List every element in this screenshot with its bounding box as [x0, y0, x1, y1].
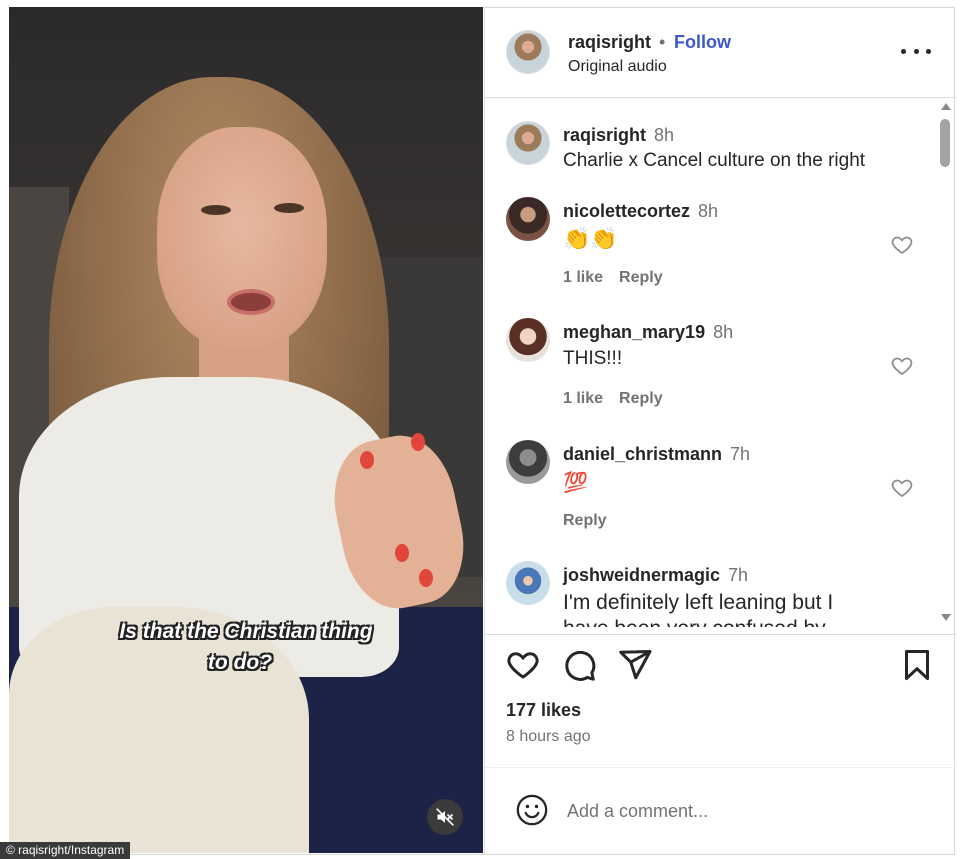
commenter-avatar[interactable] — [506, 440, 550, 484]
divider — [485, 634, 956, 635]
comment-time: 8h — [698, 201, 719, 221]
post-side-panel: raqisright • Follow Original audio raqis… — [484, 7, 956, 855]
image-credit: © raqisright/Instagram — [0, 842, 131, 859]
comment-text-continued: have been very confused by — [563, 617, 826, 627]
person-nail — [411, 433, 425, 451]
author-avatar[interactable] — [506, 30, 550, 74]
comment-text: 💯 — [563, 470, 588, 494]
heart-icon[interactable] — [889, 233, 915, 257]
person-eye-left — [201, 205, 231, 215]
paper-plane-icon[interactable] — [617, 647, 653, 683]
person-mouth — [227, 289, 275, 315]
heart-icon[interactable] — [505, 647, 541, 683]
commenter-avatar[interactable] — [506, 561, 550, 605]
more-horizontal-icon — [901, 48, 906, 54]
bookmark-icon[interactable] — [899, 647, 935, 683]
video-player[interactable]: Is that the Christian thing to do? — [9, 7, 483, 853]
post-header: raqisright • Follow Original audio — [485, 7, 956, 98]
comment-like-count[interactable]: 1 like — [563, 390, 603, 407]
commenter-avatar[interactable] — [506, 121, 550, 165]
person-nail — [360, 451, 374, 469]
comments-list[interactable]: raqisright 8h Charlie x Cancel culture on… — [485, 99, 956, 627]
heart-icon[interactable] — [889, 476, 915, 500]
commenter-avatar[interactable] — [506, 197, 550, 241]
scroll-down-arrow-icon[interactable] — [941, 614, 951, 621]
person-nail — [395, 544, 409, 562]
list-item: meghan_mary19 8h THIS!!! 1 like Reply — [485, 318, 937, 428]
smiley-icon[interactable] — [515, 793, 549, 827]
person-nail — [419, 569, 433, 587]
commenter-username[interactable]: meghan_mary19 — [563, 322, 705, 342]
commenter-avatar[interactable] — [506, 318, 550, 362]
comment-text: I'm definitely left leaning but I — [563, 591, 834, 614]
comment-time: 7h — [730, 444, 751, 464]
commenter-username[interactable]: nicolettecortez — [563, 201, 690, 221]
post-actions — [485, 647, 956, 687]
video-caption-line2: to do? — [207, 651, 273, 674]
comment-text: Charlie x Cancel culture on the right — [563, 150, 866, 171]
author-username[interactable]: raqisright — [568, 32, 651, 53]
commenter-username[interactable]: raqisright — [563, 125, 646, 145]
reply-button[interactable]: Reply — [619, 390, 663, 407]
list-item: nicolettecortez 8h 👏👏 1 like Reply — [485, 197, 937, 307]
speaker-muted-icon — [436, 808, 454, 826]
follow-button[interactable]: Follow — [674, 32, 731, 53]
list-item: raqisright 8h Charlie x Cancel culture on… — [485, 113, 937, 173]
mute-button[interactable] — [427, 799, 463, 835]
video-caption-line1: Is that the Christian thing — [119, 620, 373, 643]
divider — [485, 767, 956, 768]
more-options-button[interactable] — [901, 39, 931, 63]
likes-count[interactable]: 177 likes — [506, 700, 581, 721]
heart-icon[interactable] — [889, 354, 915, 378]
comment-text: 👏👏 — [563, 227, 618, 252]
post-timestamp[interactable]: 8 hours ago — [506, 728, 591, 746]
comment-time: 7h — [728, 565, 749, 585]
comment-time: 8h — [654, 125, 675, 145]
comment-text: THIS!!! — [563, 348, 623, 369]
reply-button[interactable]: Reply — [619, 269, 663, 286]
reply-button[interactable]: Reply — [563, 512, 607, 529]
comment-bubble-icon[interactable] — [561, 647, 597, 683]
list-item: daniel_christmann 7h 💯 Reply — [485, 440, 937, 550]
comment-input[interactable] — [567, 796, 927, 826]
commenter-username[interactable]: joshweidnermagic — [563, 565, 720, 585]
person-eye-right — [274, 203, 304, 213]
add-comment-row — [485, 777, 956, 847]
scroll-thumb[interactable] — [940, 119, 950, 167]
commenter-username[interactable]: daniel_christmann — [563, 444, 722, 464]
list-item: joshweidnermagic 7h I'm definitely left l… — [485, 561, 937, 627]
comments-scrollbar[interactable] — [937, 99, 955, 627]
comment-time: 8h — [713, 322, 734, 342]
scroll-up-arrow-icon[interactable] — [941, 103, 951, 110]
instagram-post-embed: Is that the Christian thing to do? © raq… — [0, 0, 962, 859]
comment-like-count[interactable]: 1 like — [563, 269, 603, 286]
audio-label[interactable]: Original audio — [568, 58, 667, 76]
separator-dot: • — [659, 32, 666, 52]
